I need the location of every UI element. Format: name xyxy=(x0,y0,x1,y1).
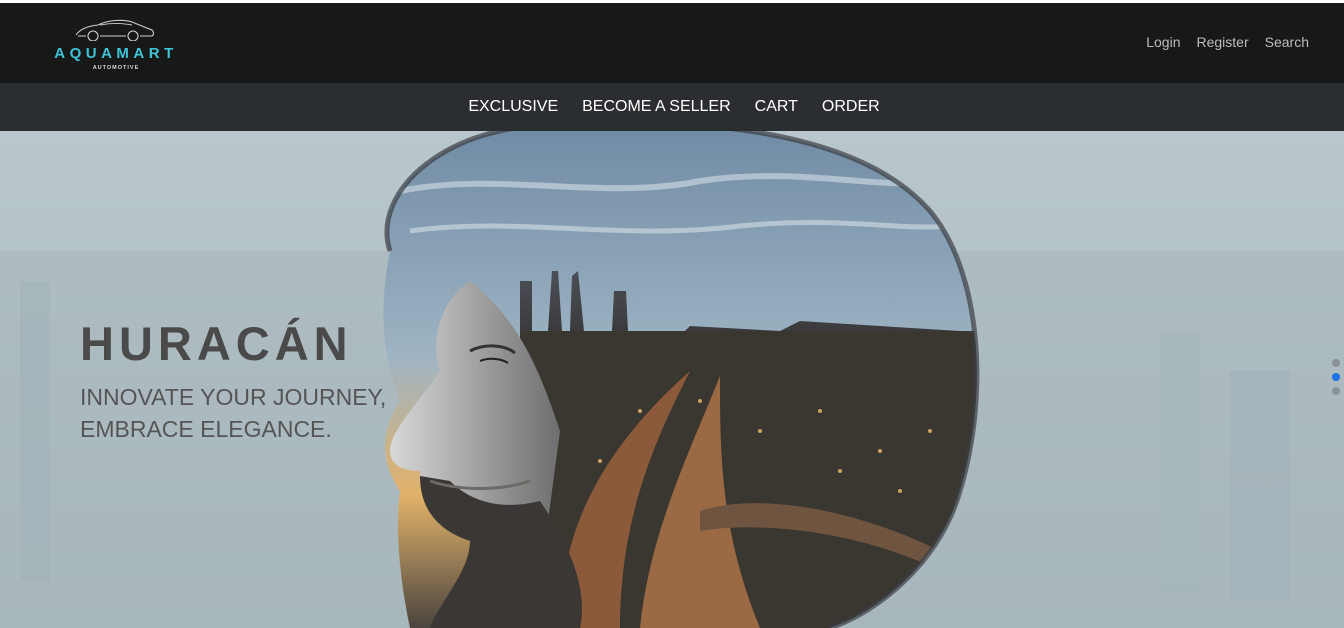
nav-item-become-seller[interactable]: BECOME A SELLER xyxy=(582,98,731,116)
register-link[interactable]: Register xyxy=(1197,34,1249,50)
carousel-dot-1[interactable] xyxy=(1332,359,1340,367)
hero-carousel: HURACÁN INNOVATE YOUR JOURNEY, EMBRACE E… xyxy=(0,131,1344,628)
brand-tagline: AUTOMOTIVE xyxy=(92,65,140,71)
brand-logo[interactable]: AQUAMART AUTOMOTIVE xyxy=(50,17,182,75)
hero-subtitle-line-1: INNOVATE YOUR JOURNEY, xyxy=(80,384,387,410)
hero-title: HURACÁN xyxy=(80,317,353,370)
nav-item-exclusive[interactable]: EXCLUSIVE xyxy=(468,98,558,116)
login-link[interactable]: Login xyxy=(1146,34,1180,50)
hero-subtitle: INNOVATE YOUR JOURNEY, EMBRACE ELEGANCE. xyxy=(80,381,400,445)
sports-car-icon xyxy=(75,19,155,41)
nav-item-cart[interactable]: CART xyxy=(755,98,798,116)
site-header: AQUAMART AUTOMOTIVE Login Register Searc… xyxy=(0,3,1344,83)
carousel-indicators xyxy=(1332,359,1340,401)
brand-name: AQUAMART xyxy=(54,45,178,62)
carousel-dot-3[interactable] xyxy=(1332,387,1340,395)
carousel-dot-2[interactable] xyxy=(1332,373,1340,381)
hero-image xyxy=(0,131,1344,628)
hero-subtitle-line-2: EMBRACE ELEGANCE. xyxy=(80,416,332,442)
search-link[interactable]: Search xyxy=(1265,34,1309,50)
auth-links: Login Register Search xyxy=(1146,34,1309,50)
main-navbar: EXCLUSIVE BECOME A SELLER CART ORDER xyxy=(0,83,1344,131)
nav-item-order[interactable]: ORDER xyxy=(822,98,880,116)
